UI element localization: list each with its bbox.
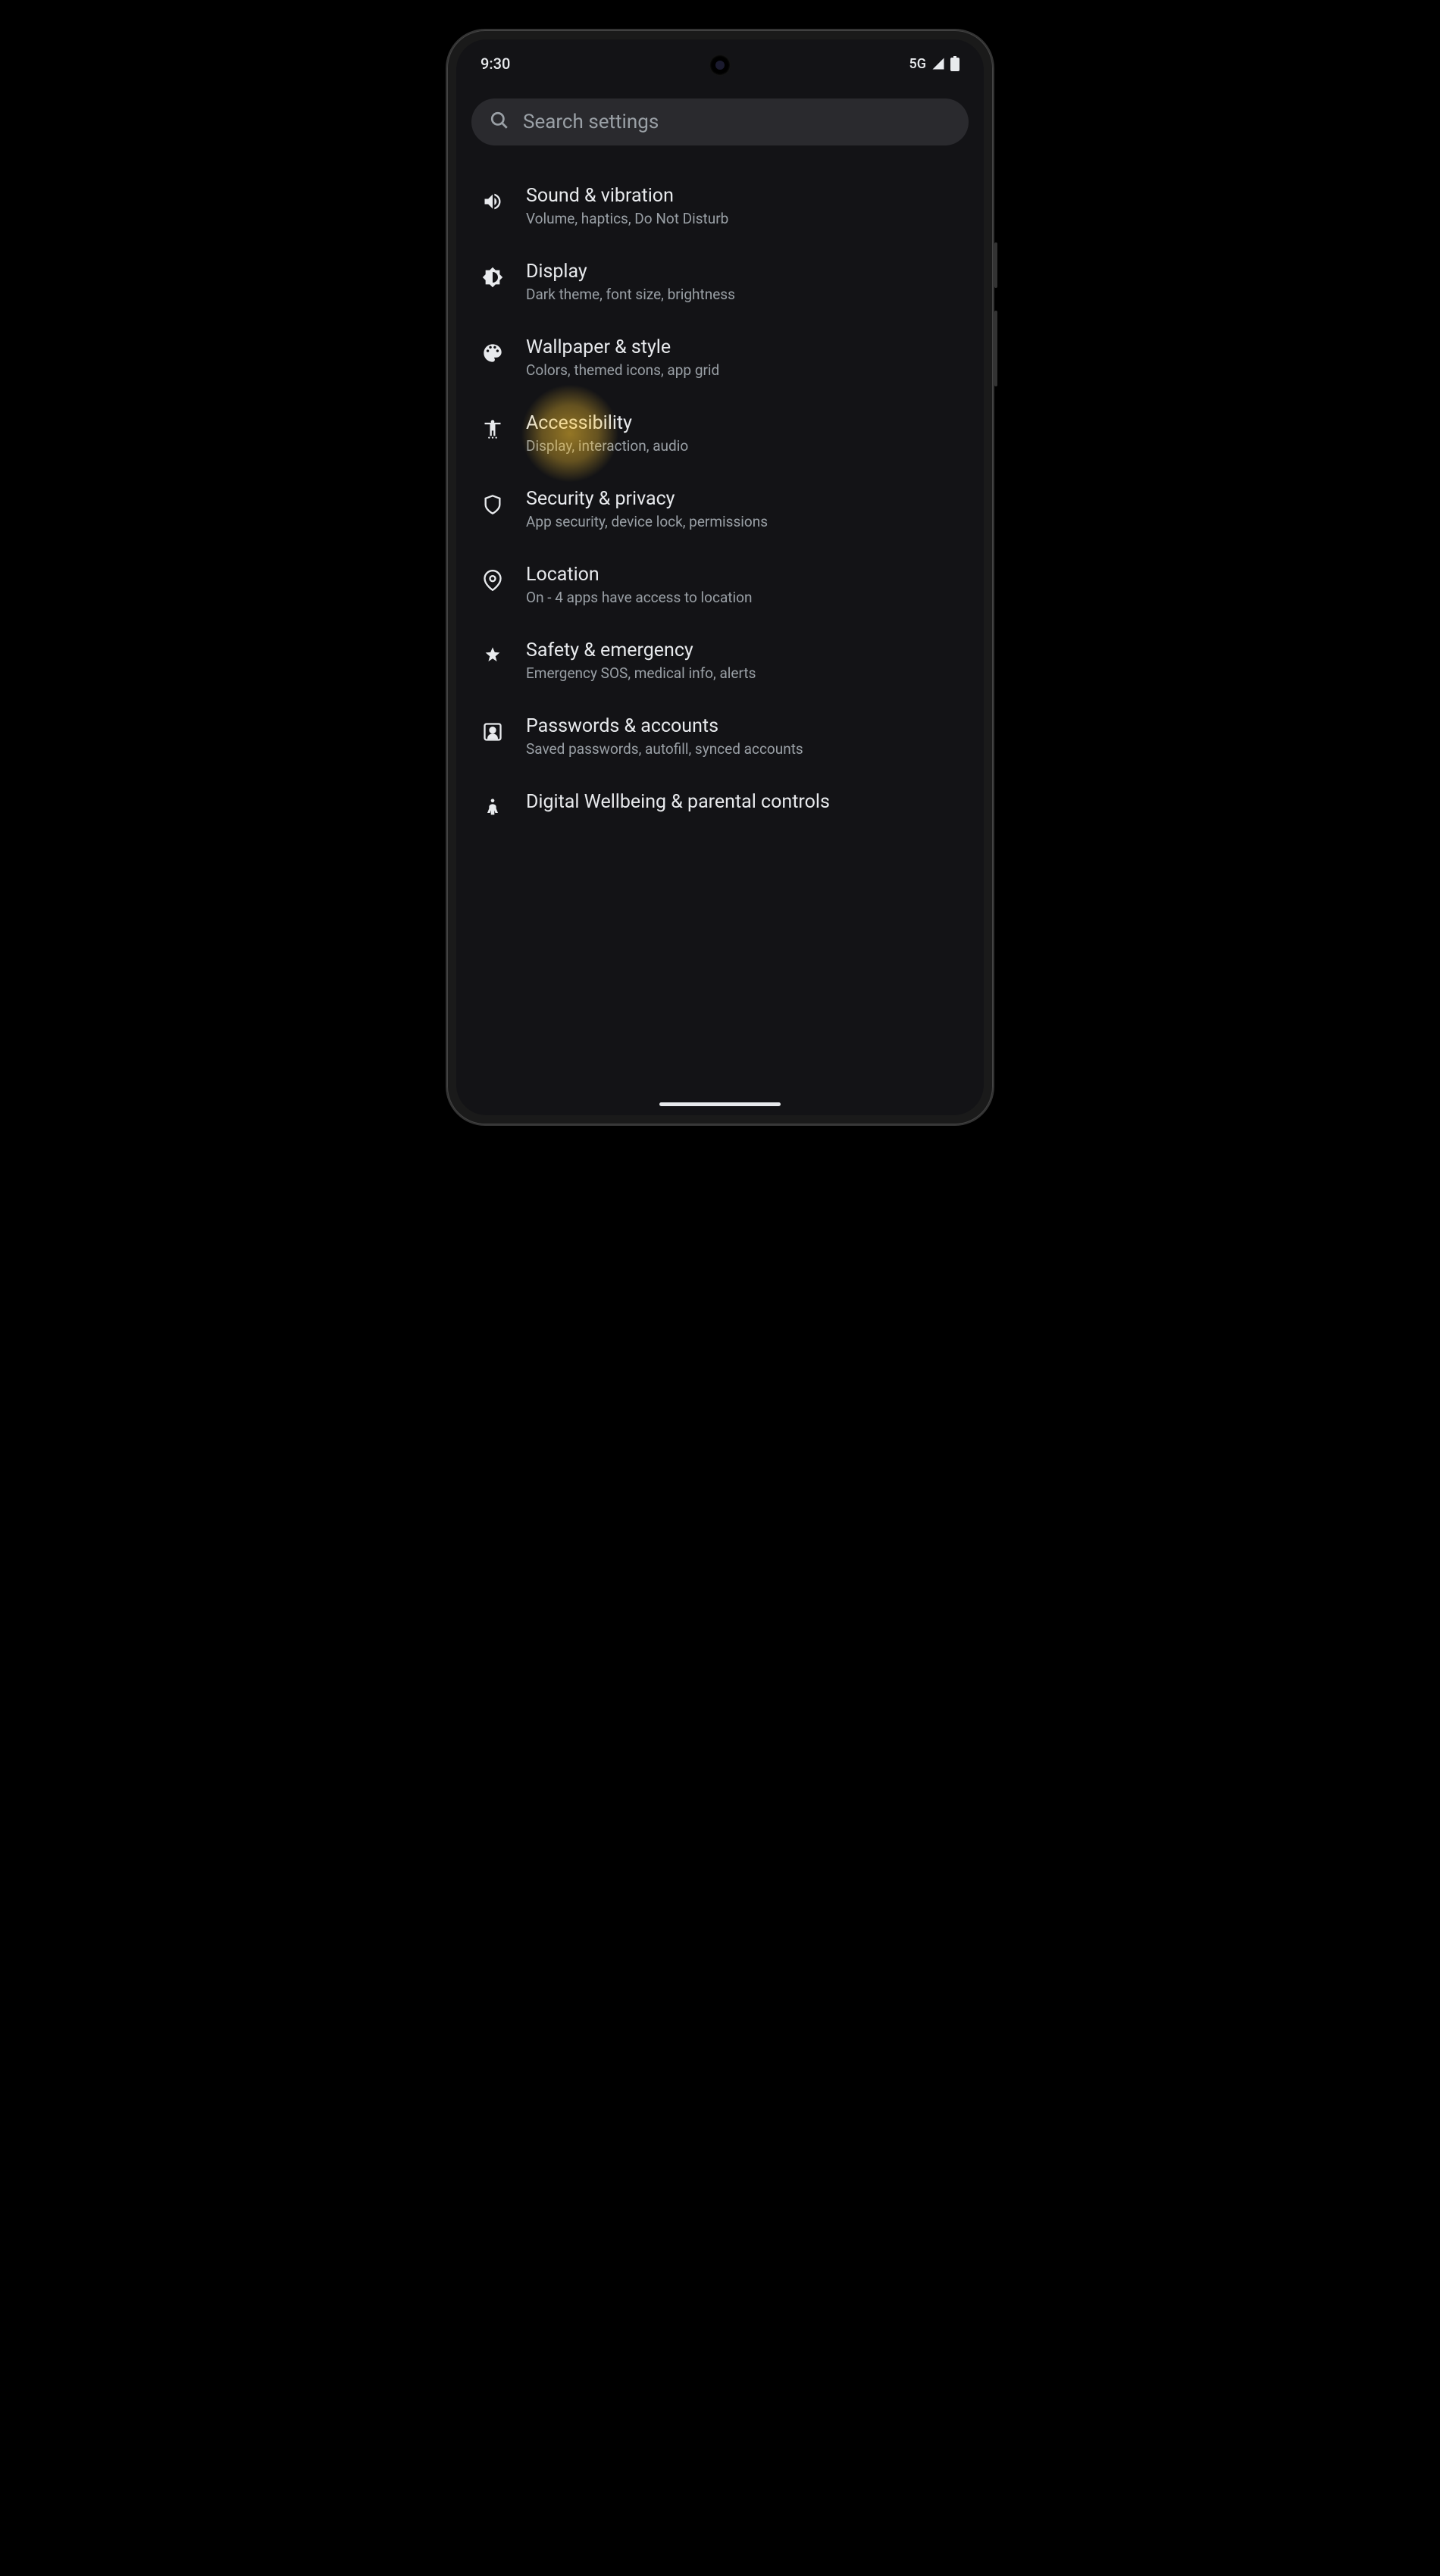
status-icons-group: 5G — [909, 56, 960, 72]
brightness-icon — [481, 265, 505, 289]
settings-item-brightness[interactable]: Display Dark theme, font size, brightness — [471, 244, 969, 320]
camera-notch — [709, 55, 731, 76]
battery-icon — [950, 56, 959, 71]
settings-item-title: Safety & emergency — [526, 639, 959, 661]
settings-item-palette[interactable]: Wallpaper & style Colors, themed icons, a… — [471, 320, 969, 395]
settings-item-title: Sound & vibration — [526, 185, 959, 207]
volume-icon — [481, 189, 505, 214]
settings-item-subtitle: App security, device lock, permissions — [526, 513, 959, 530]
settings-item-text: Wallpaper & style Colors, themed icons, a… — [526, 336, 959, 379]
settings-item-subtitle: Colors, themed icons, app grid — [526, 361, 959, 379]
phone-screen: 9:30 5G Search settings Sound & vibratio… — [456, 39, 984, 1115]
phone-device-frame: 9:30 5G Search settings Sound & vibratio… — [447, 30, 993, 1124]
settings-item-location[interactable]: Location On - 4 apps have access to locat… — [471, 547, 969, 623]
settings-item-title: Display — [526, 261, 959, 283]
account-icon — [481, 720, 505, 744]
location-icon — [481, 568, 505, 592]
settings-item-text: Security & privacy App security, device l… — [526, 488, 959, 530]
settings-item-text: Digital Wellbeing & parental controls — [526, 791, 959, 816]
settings-item-subtitle: Emergency SOS, medical info, alerts — [526, 664, 959, 682]
settings-item-subtitle: Saved passwords, autofill, synced accoun… — [526, 740, 959, 758]
settings-item-account[interactable]: Passwords & accounts Saved passwords, aut… — [471, 699, 969, 774]
settings-item-text: Passwords & accounts Saved passwords, aut… — [526, 715, 959, 758]
settings-item-title: Security & privacy — [526, 488, 959, 510]
settings-item-subtitle: Display, interaction, audio — [526, 437, 959, 455]
settings-item-title: Accessibility — [526, 412, 959, 434]
settings-item-shield[interactable]: Security & privacy App security, device l… — [471, 471, 969, 547]
settings-item-title: Passwords & accounts — [526, 715, 959, 737]
settings-item-title: Location — [526, 564, 959, 586]
settings-item-text: Display Dark theme, font size, brightness — [526, 261, 959, 303]
wellbeing-icon — [481, 796, 505, 820]
search-icon — [490, 111, 509, 133]
gesture-nav-bar[interactable] — [659, 1102, 781, 1106]
settings-item-subtitle: On - 4 apps have access to location — [526, 589, 959, 606]
search-settings-bar[interactable]: Search settings — [471, 98, 969, 145]
settings-item-subtitle: Dark theme, font size, brightness — [526, 286, 959, 303]
accessibility-icon — [481, 417, 505, 441]
network-type-label: 5G — [909, 56, 927, 72]
search-placeholder: Search settings — [523, 111, 659, 133]
settings-item-text: Sound & vibration Volume, haptics, Do Not… — [526, 185, 959, 227]
emergency-icon — [481, 644, 505, 668]
shield-icon — [481, 492, 505, 517]
settings-item-text: Location On - 4 apps have access to locat… — [526, 564, 959, 606]
palette-icon — [481, 341, 505, 365]
settings-item-subtitle: Volume, haptics, Do Not Disturb — [526, 210, 959, 227]
settings-item-accessibility[interactable]: Accessibility Display, interaction, audio — [471, 395, 969, 471]
settings-item-text: Accessibility Display, interaction, audio — [526, 412, 959, 455]
status-time: 9:30 — [481, 55, 510, 73]
settings-item-emergency[interactable]: Safety & emergency Emergency SOS, medical… — [471, 623, 969, 699]
settings-item-wellbeing[interactable]: Digital Wellbeing & parental controls — [471, 774, 969, 836]
settings-list: Sound & vibration Volume, haptics, Do Not… — [456, 168, 984, 836]
signal-icon — [931, 57, 946, 70]
settings-item-text: Safety & emergency Emergency SOS, medical… — [526, 639, 959, 682]
settings-item-title: Digital Wellbeing & parental controls — [526, 791, 959, 813]
settings-item-title: Wallpaper & style — [526, 336, 959, 358]
settings-item-volume[interactable]: Sound & vibration Volume, haptics, Do Not… — [471, 168, 969, 244]
